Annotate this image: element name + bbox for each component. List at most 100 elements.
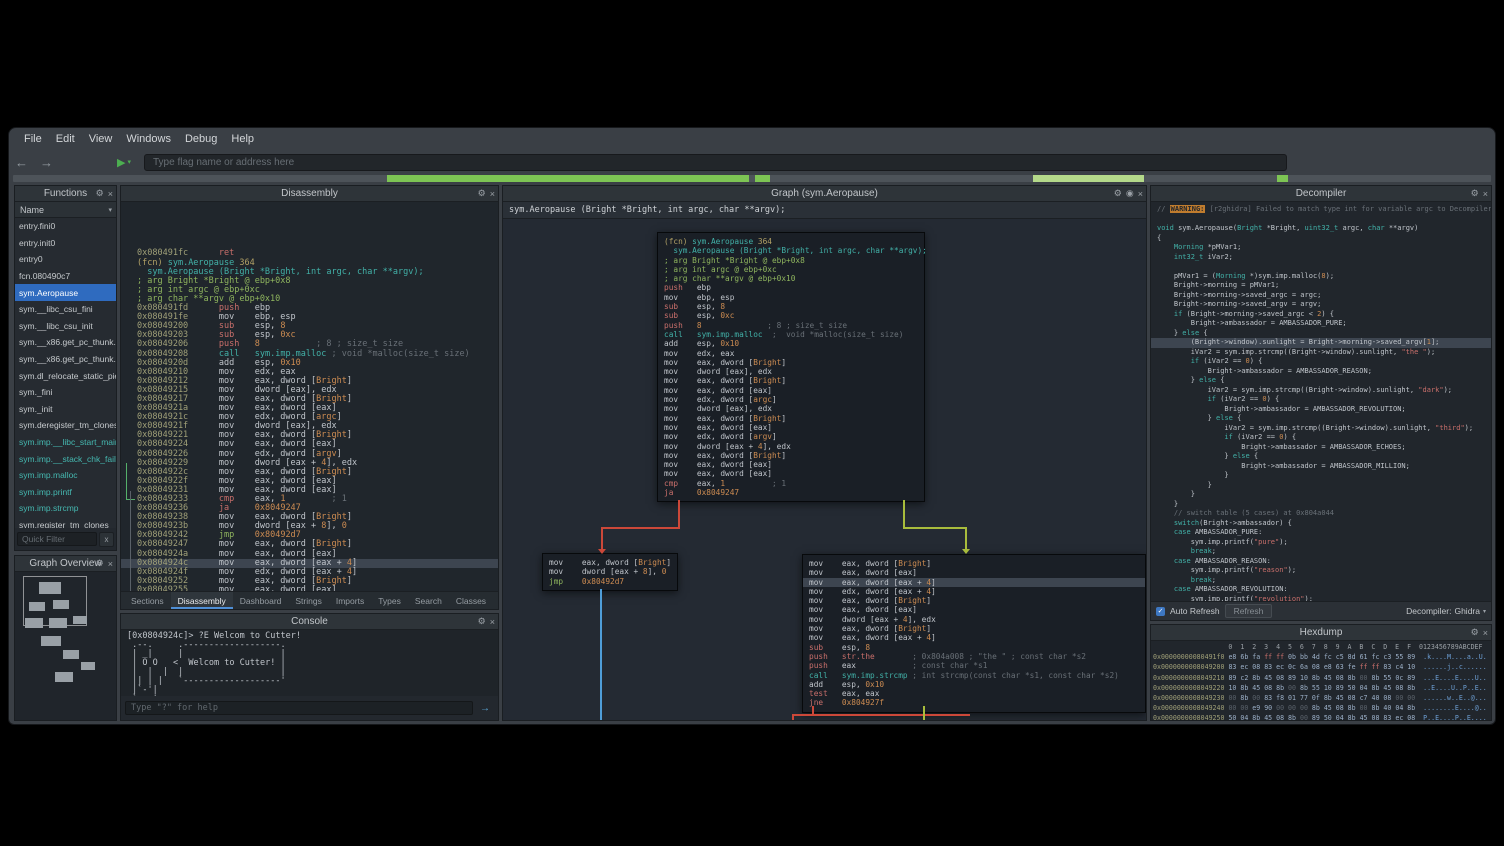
decompiler-line[interactable]: } else {: [1157, 414, 1491, 424]
forward-button[interactable]: →: [34, 155, 59, 170]
asm-line[interactable]: add esp, 0x10: [664, 339, 918, 348]
function-item[interactable]: sym.__libc_csu_fini: [15, 301, 116, 318]
decompiler-line[interactable]: break;: [1157, 547, 1491, 557]
decompiler-line[interactable]: } else {: [1157, 329, 1491, 339]
tab-types[interactable]: Types: [371, 592, 408, 609]
function-item[interactable]: fcn.080490c7: [15, 268, 116, 285]
asm-line[interactable]: jmp 0x80492d7: [549, 577, 671, 586]
panel-close-icon[interactable]: ×: [1483, 189, 1488, 199]
asm-line[interactable]: mov eax, dword [eax]: [664, 460, 918, 469]
asm-line[interactable]: mov eax, dword [eax + 4]: [809, 633, 1139, 642]
console-input[interactable]: [125, 701, 473, 715]
graph-node-true-branch[interactable]: mov eax, dword [Bright]mov eax, dword [e…: [802, 554, 1146, 713]
decompiler-line[interactable]: switch(Bright->ambassador) {: [1157, 519, 1491, 529]
asm-line[interactable]: ; arg char **argv @ ebp+0x10: [664, 274, 918, 283]
panel-close-icon[interactable]: ×: [490, 617, 495, 627]
panel-close-icon[interactable]: ×: [1138, 189, 1143, 199]
asm-line[interactable]: sym.Aeropause (Bright *Bright, int argc,…: [664, 246, 918, 255]
function-item[interactable]: sym.__x86.get_pc_thunk.bx: [15, 351, 116, 368]
asm-line[interactable]: push ebp: [664, 283, 918, 292]
asm-line[interactable]: mov eax, dword [Bright]: [664, 414, 918, 423]
panel-pin-icon[interactable]: ◉: [1126, 188, 1134, 199]
asm-line[interactable]: cmp eax, 1 ; 1: [664, 479, 918, 488]
function-item[interactable]: sym.imp.__stack_chk_fail: [15, 450, 116, 467]
panel-menu-icon[interactable]: ⚙: [1471, 188, 1479, 199]
decompiler-line[interactable]: Bright->morning = pMVar1;: [1157, 281, 1491, 291]
decompiler-line[interactable]: }: [1157, 500, 1491, 510]
asm-line[interactable]: mov dword [eax + 4], edx: [664, 442, 918, 451]
panel-close-icon[interactable]: ×: [1483, 628, 1488, 638]
decompiler-line[interactable]: iVar2 = sym.imp.strcmp((Bright->window).…: [1157, 348, 1491, 358]
tab-search[interactable]: Search: [408, 592, 449, 609]
function-item[interactable]: entry.init0: [15, 235, 116, 252]
decompiler-line[interactable]: } else {: [1157, 376, 1491, 386]
decompiler-line[interactable]: int32_t iVar2;: [1157, 253, 1491, 263]
decompiler-line[interactable]: Morning *pMVar1;: [1157, 243, 1491, 253]
function-item[interactable]: sym.imp.malloc: [15, 467, 116, 484]
decompiler-line[interactable]: } else {: [1157, 452, 1491, 462]
graph-node-entry[interactable]: (fcn) sym.Aeropause 364 sym.Aeropause (B…: [657, 232, 925, 502]
hex-row[interactable]: 0x0000000008049220 10 8b 45 08 8b 00 8b …: [1153, 683, 1489, 693]
asm-line[interactable]: mov eax, dword [Bright]: [809, 624, 1139, 633]
filter-clear-button[interactable]: x: [99, 532, 114, 547]
decompiler-line[interactable]: }: [1157, 481, 1491, 491]
menu-item-view[interactable]: View: [82, 133, 120, 145]
asm-line[interactable]: (fcn) sym.Aeropause 364: [664, 237, 918, 246]
function-item[interactable]: entry0: [15, 251, 116, 268]
function-item[interactable]: sym._fini: [15, 384, 116, 401]
asm-line[interactable]: ; arg Bright *Bright @ ebp+0x8: [664, 256, 918, 265]
asm-line[interactable]: sub esp, 8: [664, 302, 918, 311]
debug-start-button[interactable]: ▶▾: [117, 156, 131, 169]
back-button[interactable]: ←: [9, 155, 34, 170]
asm-line[interactable]: sub esp, 8: [809, 643, 1139, 652]
decompiler-line[interactable]: pMVar1 = (Morning *)sym.imp.malloc(8);: [1157, 272, 1491, 282]
function-item[interactable]: sym.__x86.get_pc_thunk.bp: [15, 334, 116, 351]
asm-line[interactable]: ja 0x8049247: [664, 488, 918, 497]
tab-classes[interactable]: Classes: [449, 592, 493, 609]
decompiler-line[interactable]: case AMBASSADOR_PURE:: [1157, 528, 1491, 538]
function-item[interactable]: sym.register_tm_clones: [15, 517, 116, 528]
decompiler-line[interactable]: sym.imp.printf("pure");: [1157, 538, 1491, 548]
decompiler-line[interactable]: Bright->ambassador = AMBASSADOR_ECHOES;: [1157, 443, 1491, 453]
hex-row[interactable]: 0x0000000008049210 89 c2 8b 45 08 89 10 …: [1153, 673, 1489, 683]
asm-line[interactable]: push 8 ; 8 ; size_t size: [664, 321, 918, 330]
asm-line[interactable]: mov dword [eax + 8], 0: [549, 567, 671, 576]
decompiler-line[interactable]: case AMBASSADOR_REASON:: [1157, 557, 1491, 567]
functions-sort-header[interactable]: Name ▾: [15, 202, 116, 218]
function-item[interactable]: sym.imp.printf: [15, 484, 116, 501]
decompiler-line[interactable]: Bright->morning->saved_argc = argc;: [1157, 291, 1491, 301]
panel-menu-icon[interactable]: ⚙: [478, 616, 486, 627]
decompiler-line[interactable]: // switch table (5 cases) at 0x804a044: [1157, 509, 1491, 519]
graph-canvas[interactable]: (fcn) sym.Aeropause 364 sym.Aeropause (B…: [503, 219, 1146, 720]
menu-item-file[interactable]: File: [17, 133, 49, 145]
graph-overview-minimap[interactable]: [15, 572, 116, 720]
decompiler-line[interactable]: (Bright->window).sunlight = Bright->morn…: [1151, 338, 1491, 348]
asm-line[interactable]: mov eax, dword [eax]: [664, 423, 918, 432]
graph-node-false-branch[interactable]: mov eax, dword [Bright]mov dword [eax + …: [542, 553, 678, 591]
hex-row[interactable]: 0x0000000008049240 00 00 e9 90 00 00 00 …: [1153, 703, 1489, 713]
address-seekbar[interactable]: [13, 175, 1491, 182]
decompiler-line[interactable]: [1157, 215, 1491, 225]
asm-line[interactable]: ; arg int argc @ ebp+0xc: [664, 265, 918, 274]
menu-item-help[interactable]: Help: [224, 133, 261, 145]
asm-line[interactable]: mov edx, dword [argv]: [664, 432, 918, 441]
asm-line[interactable]: mov eax, dword [eax]: [809, 568, 1139, 577]
asm-line[interactable]: mov edx, dword [eax + 4]: [809, 587, 1139, 596]
panel-close-icon[interactable]: ×: [108, 189, 113, 199]
decompiler-selector[interactable]: Decompiler: Ghidra ▾: [1406, 606, 1486, 616]
tab-sections[interactable]: Sections: [124, 592, 171, 609]
panel-menu-icon[interactable]: ⚙: [478, 188, 486, 199]
asm-line[interactable]: push eax ; const char *s1: [809, 661, 1139, 670]
asm-line[interactable]: mov eax, dword [eax]: [664, 469, 918, 478]
function-item[interactable]: sym._init: [15, 401, 116, 418]
debug-options-caret-icon[interactable]: ▾: [127, 158, 131, 166]
asm-line[interactable]: mov dword [eax], edx: [664, 367, 918, 376]
decompiler-line[interactable]: Bright->morning->saved_argv = argv;: [1157, 300, 1491, 310]
decompiler-line[interactable]: Bright->ambassador = AMBASSADOR_MILLION;: [1157, 462, 1491, 472]
tab-strings[interactable]: Strings: [288, 592, 328, 609]
asm-line[interactable]: mov dword [eax + 4], edx: [809, 615, 1139, 624]
decompiler-line[interactable]: if (iVar2 == 0) {: [1157, 433, 1491, 443]
asm-line[interactable]: push str.the ; 0x804a008 ; "the " ; cons…: [809, 652, 1139, 661]
decompiler-line[interactable]: Bright->ambassador = AMBASSADOR_REVOLUTI…: [1157, 405, 1491, 415]
decompiler-line[interactable]: iVar2 = sym.imp.strcmp((Bright->window).…: [1157, 386, 1491, 396]
